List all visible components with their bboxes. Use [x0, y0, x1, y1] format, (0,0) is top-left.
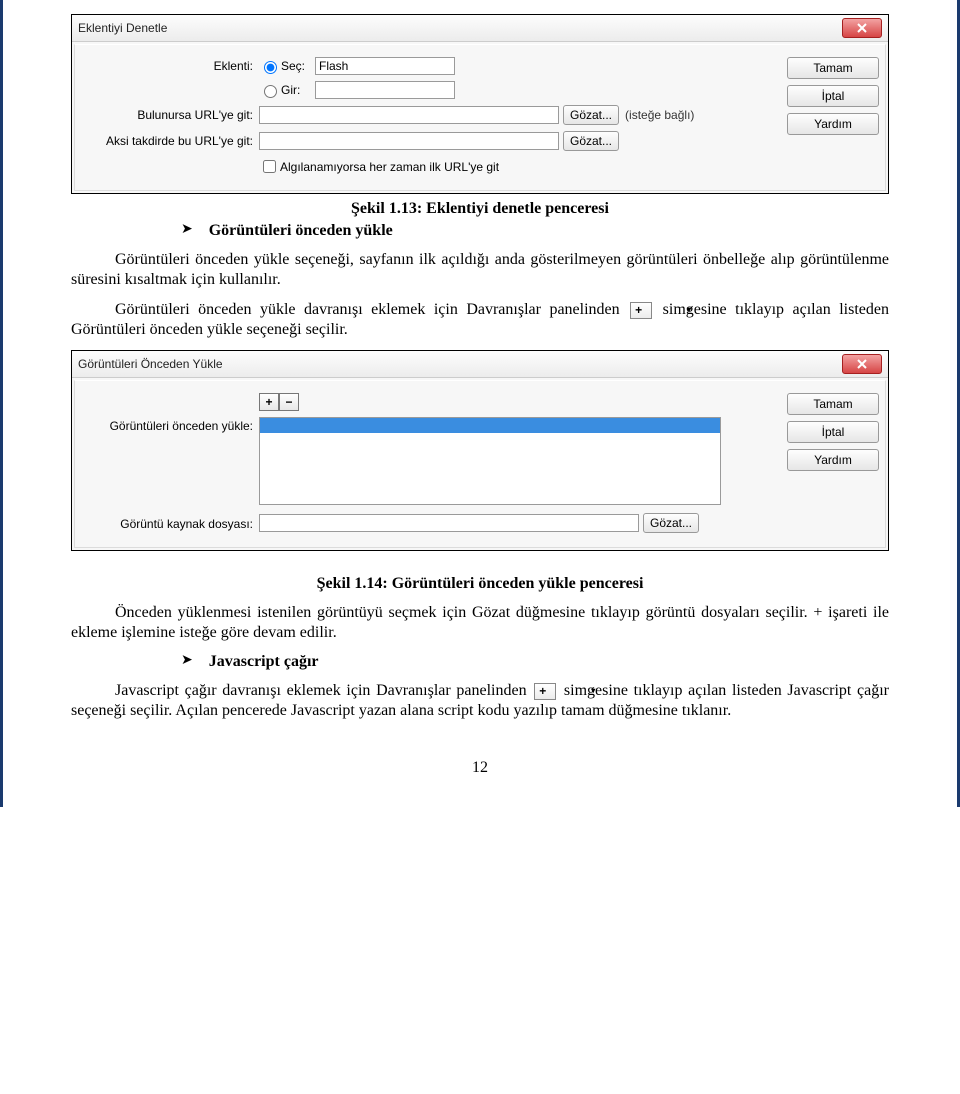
close-button-2[interactable] — [842, 354, 882, 374]
cancel-button[interactable]: İptal — [787, 85, 879, 107]
bullet-1: Görüntüleri önceden yükle — [209, 222, 393, 240]
label-sec: Seç: — [281, 59, 315, 73]
radio-sec[interactable] — [264, 61, 277, 74]
url-else-field[interactable] — [259, 132, 559, 150]
select-field[interactable] — [315, 57, 455, 75]
ok-button-2[interactable]: Tamam — [787, 393, 879, 415]
checkbox-algila[interactable] — [263, 160, 276, 173]
bullet-2: Javascript çağır — [209, 653, 319, 671]
radio-gir[interactable] — [264, 85, 277, 98]
paragraph-2: Görüntüleri önceden yükle davranışı ekle… — [71, 300, 889, 340]
close-icon — [857, 359, 867, 369]
close-button[interactable] — [842, 18, 882, 38]
paragraph-3: Önceden yüklenmesi istenilen görüntüyü s… — [71, 603, 889, 643]
label-preload: Görüntüleri önceden yükle: — [83, 417, 259, 433]
source-field[interactable] — [259, 514, 639, 532]
gir-field[interactable] — [315, 81, 455, 99]
dialog-title: Eklentiyi Denetle — [78, 21, 167, 35]
figure-caption-1: Şekil 1.13: Eklentiyi denetle penceresi — [71, 200, 889, 218]
url-found-field[interactable] — [259, 106, 559, 124]
page-number: 12 — [71, 759, 889, 777]
browse-button-1[interactable]: Gözat... — [563, 105, 619, 125]
label-gir: Gir: — [281, 83, 315, 97]
paragraph-1: Görüntüleri önceden yükle seçeneği, sayf… — [71, 250, 889, 290]
dialog-goruntuleri-onceden-yukle: Görüntüleri Önceden Yükle Tamam İptal Ya… — [71, 350, 889, 551]
label-bulunursa: Bulunursa URL'ye git: — [83, 108, 259, 122]
help-button[interactable]: Yardım — [787, 113, 879, 135]
dialog2-title: Görüntüleri Önceden Yükle — [78, 357, 223, 371]
plus-dropdown-icon: +▾ — [630, 302, 652, 319]
bullet-icon-2: ➤ — [181, 653, 193, 670]
paragraph-4a: Javascript çağır davranışı eklemek için … — [115, 682, 532, 699]
dialog-eklentiyi-denetle: Eklentiyi Denetle Tamam İptal Yardım Ekl… — [71, 14, 889, 194]
label-aksi: Aksi takdirde bu URL'ye git: — [83, 134, 259, 148]
titlebar-2: Görüntüleri Önceden Yükle — [72, 351, 888, 378]
label-eklenti: Eklenti: — [83, 59, 259, 73]
label-source: Görüntü kaynak dosyası: — [83, 515, 259, 531]
remove-button[interactable]: − — [279, 393, 299, 411]
add-button[interactable]: + — [259, 393, 279, 411]
optional-hint: (isteğe bağlı) — [625, 108, 694, 122]
preload-listbox[interactable] — [259, 417, 721, 505]
close-icon — [857, 23, 867, 33]
bullet-icon: ➤ — [181, 222, 193, 239]
browse-button-3[interactable]: Gözat... — [643, 513, 699, 533]
paragraph-2a: Görüntüleri önceden yükle davranışı ekle… — [115, 301, 628, 318]
listbox-selected-row[interactable] — [260, 418, 720, 433]
cancel-button-2[interactable]: İptal — [787, 421, 879, 443]
help-button-2[interactable]: Yardım — [787, 449, 879, 471]
plus-dropdown-icon-2: +▾ — [534, 683, 556, 700]
titlebar: Eklentiyi Denetle — [72, 15, 888, 42]
label-algila: Algılanamıyorsa her zaman ilk URL'ye git — [280, 160, 499, 174]
paragraph-4: Javascript çağır davranışı eklemek için … — [71, 681, 889, 721]
ok-button[interactable]: Tamam — [787, 57, 879, 79]
browse-button-2[interactable]: Gözat... — [563, 131, 619, 151]
figure-caption-2: Şekil 1.14: Görüntüleri önceden yükle pe… — [71, 575, 889, 593]
